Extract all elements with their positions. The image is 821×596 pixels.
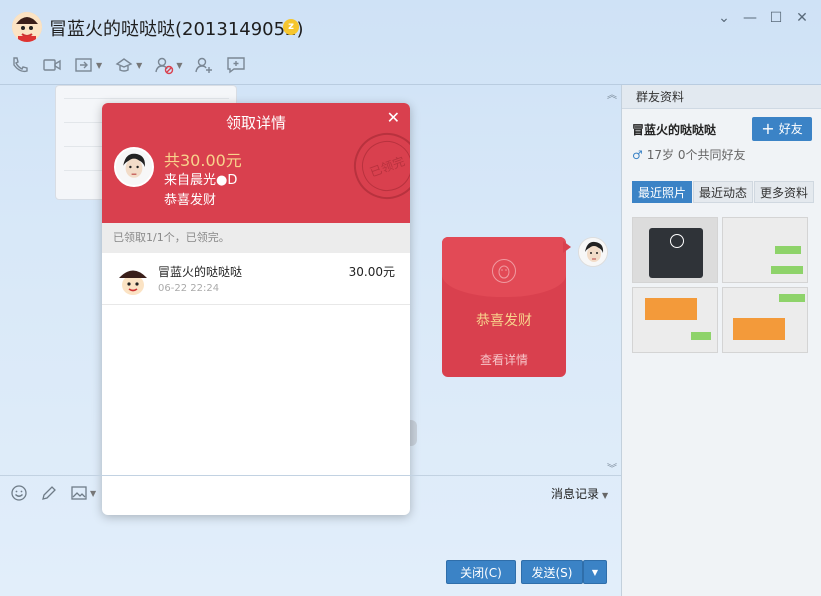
panel-title: 群友资料 <box>622 85 821 109</box>
emoji-icon[interactable] <box>10 484 28 502</box>
stamp-label: 已领完 <box>354 133 410 199</box>
close-icon[interactable]: ✕ <box>791 8 813 28</box>
sender-name: 来自晨光●D <box>164 173 238 188</box>
photo-grid <box>632 217 808 353</box>
info-tabs: 最近照片 最近动态 更多资料 <box>632 181 815 203</box>
member-meta: ♂ 17岁 0个共同好友 <box>632 146 746 163</box>
input-divider <box>0 475 621 476</box>
photo-thumbnail[interactable] <box>632 217 718 283</box>
total-amount: 共30.00元 <box>164 151 242 170</box>
avatar[interactable] <box>578 237 608 267</box>
pen-icon[interactable] <box>40 484 58 502</box>
create-group-icon[interactable] <box>226 53 246 77</box>
list-item: 冒蓝火的哒哒哒 06-22 22:24 30.00元 <box>102 253 410 305</box>
close-button[interactable]: 关闭(C) <box>446 560 516 584</box>
chevron-down-icon[interactable]: ▼ <box>90 489 96 498</box>
sender-avatar <box>114 147 154 187</box>
message-log-button[interactable]: 消息记录 ▼ <box>551 485 608 502</box>
claim-amount: 30.00元 <box>348 265 395 279</box>
penguin-icon <box>492 259 516 283</box>
video-icon[interactable] <box>42 53 62 77</box>
send-options-button[interactable]: ▼ <box>583 560 607 584</box>
chevron-down-icon[interactable]: ⌄ <box>713 8 735 28</box>
claim-summary: 已领取1/1个，已领完。 <box>102 223 410 253</box>
claimed-stamp: 已领完 <box>344 123 410 209</box>
chat-toolbar: ▼ ▼ ▼ <box>10 52 258 78</box>
view-details-link[interactable]: 查看详情 <box>442 351 566 368</box>
member-info-panel: 群友资料 冒蓝火的哒哒哒 + 好友 ♂ 17岁 0个共同好友 最近照片 最近动态 更… <box>621 85 821 596</box>
male-icon: ♂ <box>632 148 643 162</box>
plus-icon: + <box>761 119 775 138</box>
close-icon[interactable]: ✕ <box>387 108 400 127</box>
input-toolbar: ▼ <box>10 484 108 502</box>
add-friend-label: 好友 <box>778 122 803 136</box>
image-icon[interactable]: ▼ <box>70 484 96 502</box>
tab-recent-photos[interactable]: 最近照片 <box>632 181 693 203</box>
chevron-down-icon[interactable]: ▼ <box>96 61 102 70</box>
tab-more-info[interactable]: 更多资料 <box>754 181 815 203</box>
chat-window: 冒蓝火的哒哒哒(2013149052) z ⌄ — ☐ ✕ ▼ ▼ ▼ ︽ ︾ … <box>0 0 821 596</box>
claimer-name: 冒蓝火的哒哒哒 <box>158 265 243 279</box>
bubble-tail <box>563 241 571 253</box>
maximize-icon[interactable]: ☐ <box>765 8 787 28</box>
photo-thumbnail[interactable] <box>722 287 808 353</box>
red-packet-details-dialog: 领取详情 ✕ 共30.00元 来自晨光●D 恭喜发财 已领完 已领取1/1个，已… <box>102 103 410 515</box>
vip-icon[interactable]: z <box>283 19 299 35</box>
dialog-title: 领取详情 <box>225 114 286 132</box>
chevron-down-icon[interactable]: ▼ <box>136 61 142 70</box>
remote-assist-icon[interactable]: ▼ <box>114 53 142 77</box>
window-controls: ⌄ — ☐ ✕ <box>713 8 813 28</box>
add-friend-button[interactable]: + 好友 <box>752 117 812 141</box>
chevron-down-icon: ▼ <box>602 491 609 500</box>
scroll-up-icon[interactable]: ︽ <box>607 86 617 101</box>
photo-thumbnail[interactable] <box>722 217 808 283</box>
member-meta-text: 17岁 0个共同好友 <box>646 148 746 162</box>
chevron-down-icon[interactable]: ▼ <box>176 61 182 70</box>
block-user-icon[interactable]: ▼ <box>154 53 182 77</box>
red-packet-wish: 恭喜发财 <box>476 313 532 329</box>
send-button[interactable]: 发送(S) <box>521 560 583 584</box>
dialog-header: 领取详情 ✕ 共30.00元 来自晨光●D 恭喜发财 已领完 <box>102 103 410 223</box>
photo-thumbnail[interactable] <box>632 287 718 353</box>
scroll-down-icon[interactable]: ︾ <box>607 460 617 475</box>
transfer-file-icon[interactable]: ▼ <box>74 53 102 77</box>
avatar <box>116 265 150 295</box>
member-name: 冒蓝火的哒哒哒 <box>632 123 717 137</box>
red-packet-message[interactable]: 恭喜发财 查看详情 <box>442 237 566 377</box>
tab-recent-activity[interactable]: 最近动态 <box>693 181 754 203</box>
claim-time: 06-22 22:24 <box>158 283 220 294</box>
add-contact-icon[interactable] <box>194 53 214 77</box>
phone-icon[interactable] <box>10 53 30 77</box>
minimize-icon[interactable]: — <box>739 8 761 28</box>
title-bar: 冒蓝火的哒哒哒(2013149052) z ⌄ — ☐ ✕ <box>0 0 821 50</box>
red-packet-wish: 恭喜发财 <box>164 193 217 208</box>
message-log-label: 消息记录 <box>551 487 600 501</box>
contact-avatar[interactable] <box>12 12 42 42</box>
window-title: 冒蓝火的哒哒哒(2013149052) <box>49 19 304 40</box>
